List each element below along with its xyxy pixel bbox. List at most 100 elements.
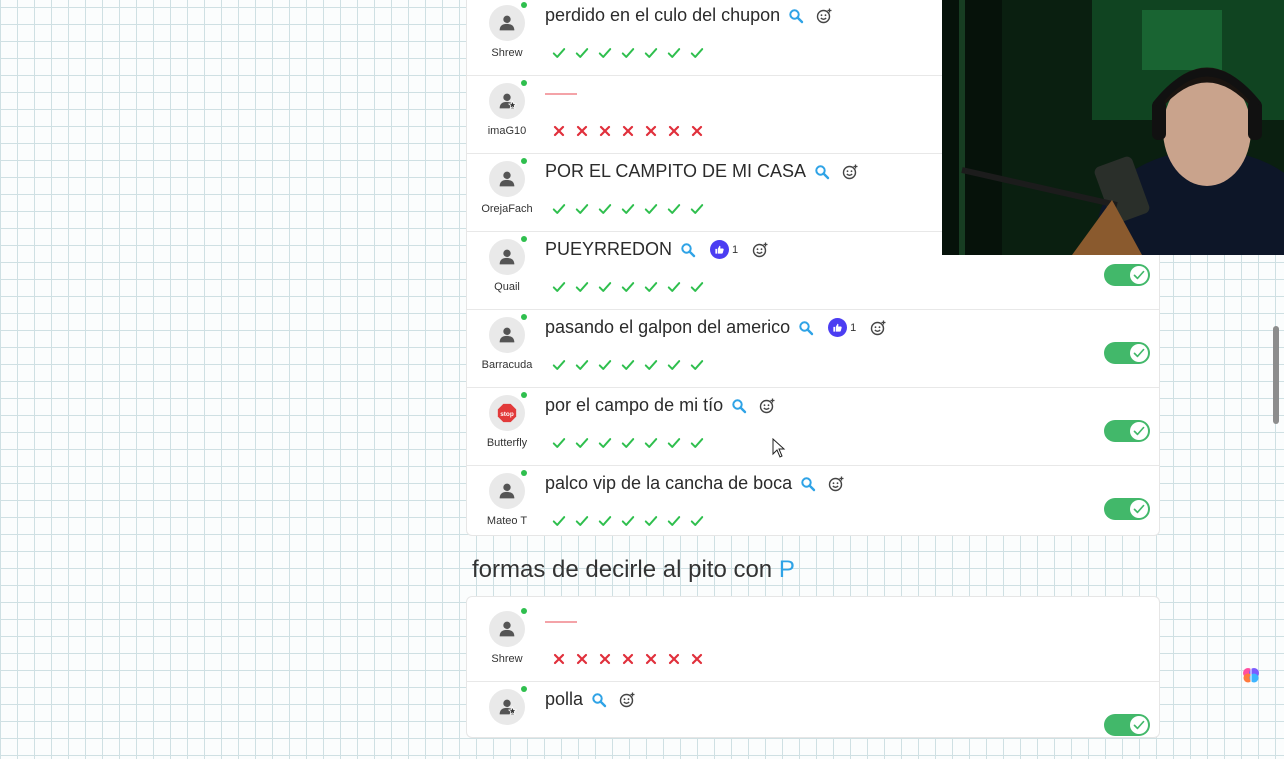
- vote-list: [547, 200, 708, 218]
- check-icon: [662, 200, 685, 218]
- validate-toggle[interactable]: [1104, 498, 1150, 520]
- answer-line: polla: [545, 689, 635, 710]
- answer-text: pasando el galpon del americo: [545, 317, 791, 337]
- search-icon[interactable]: [591, 692, 607, 708]
- validate-toggle[interactable]: [1104, 342, 1150, 364]
- online-status-dot: [521, 686, 527, 692]
- check-icon: [662, 356, 685, 374]
- validate-toggle[interactable]: [1104, 264, 1150, 286]
- check-icon: [593, 356, 616, 374]
- validate-toggle[interactable]: [1104, 420, 1150, 442]
- user-block: Quail: [473, 236, 541, 293]
- add-reaction-icon[interactable]: [619, 692, 635, 708]
- check-icon: [570, 200, 593, 218]
- vote-list: [547, 122, 708, 140]
- check-icon: [685, 356, 708, 374]
- answer-text: perdido en el culo del chupon: [545, 5, 781, 25]
- webcam-overlay: [942, 0, 1284, 255]
- user-block: stop Butterfly: [473, 392, 541, 449]
- person-star-icon: [496, 696, 518, 718]
- search-icon[interactable]: [731, 398, 747, 414]
- add-reaction-icon[interactable]: [752, 242, 768, 258]
- check-icon: [639, 44, 662, 62]
- online-status-dot: [521, 2, 527, 8]
- answer-text: polla: [545, 689, 584, 709]
- person-icon: [496, 324, 518, 346]
- check-icon: [685, 512, 708, 530]
- avatar: stop: [489, 392, 527, 431]
- search-icon[interactable]: [788, 8, 804, 24]
- check-icon: [570, 512, 593, 530]
- cross-icon: [616, 650, 639, 668]
- check-icon: [639, 278, 662, 296]
- check-icon: [570, 278, 593, 296]
- person-icon: [496, 246, 518, 268]
- validate-toggle[interactable]: [1104, 714, 1150, 736]
- answer-text: por el campo de mi tío: [545, 395, 724, 415]
- check-icon: [616, 278, 639, 296]
- svg-text:stop: stop: [500, 411, 514, 418]
- page-scrollbar[interactable]: [1273, 326, 1279, 424]
- add-reaction-icon[interactable]: [828, 476, 844, 492]
- online-status-dot: [521, 80, 527, 86]
- user-block: imaG10: [473, 80, 541, 137]
- search-icon[interactable]: [800, 476, 816, 492]
- cross-icon: [685, 122, 708, 140]
- avatar: [489, 80, 527, 119]
- add-reaction-icon[interactable]: [870, 320, 886, 336]
- brain-icon[interactable]: [1241, 665, 1261, 685]
- check-icon: [593, 512, 616, 530]
- thumbs-up-icon: [828, 318, 848, 337]
- check-icon: [662, 278, 685, 296]
- cross-icon: [570, 650, 593, 668]
- add-reaction-icon[interactable]: [816, 8, 832, 24]
- answer-line: [545, 611, 577, 623]
- cross-icon: [547, 122, 570, 140]
- check-icon: [662, 434, 685, 452]
- toggle-knob-check-icon: [1130, 344, 1148, 362]
- check-icon: [616, 200, 639, 218]
- person-icon: [496, 480, 518, 502]
- search-icon[interactable]: [814, 164, 830, 180]
- vote-list: [547, 512, 708, 530]
- mouse-cursor-icon: [772, 438, 786, 458]
- cross-icon: [685, 650, 708, 668]
- check-icon: [639, 512, 662, 530]
- online-status-dot: [521, 392, 527, 398]
- thumbs-up-icon: [710, 240, 730, 259]
- add-reaction-icon[interactable]: [759, 398, 775, 414]
- like-badge[interactable]: 1: [710, 240, 738, 259]
- user-block: Mateo T: [473, 470, 541, 527]
- answer-row: polla: [467, 681, 1159, 759]
- check-icon: [570, 356, 593, 374]
- cross-icon: [593, 650, 616, 668]
- toggle-knob-check-icon: [1130, 422, 1148, 440]
- avatar: [489, 236, 527, 275]
- toggle-knob-check-icon: [1130, 500, 1148, 518]
- answer-line: POR EL CAMPITO DE MI CASA: [545, 161, 858, 182]
- search-icon[interactable]: [798, 320, 814, 336]
- check-icon: [547, 44, 570, 62]
- like-badge[interactable]: 1: [828, 318, 856, 337]
- username: Mateo T: [486, 515, 528, 527]
- answer-text: palco vip de la cancha de boca: [545, 473, 793, 493]
- check-icon: [547, 512, 570, 530]
- search-icon[interactable]: [680, 242, 696, 258]
- cross-icon: [662, 650, 685, 668]
- check-icon: [616, 356, 639, 374]
- add-reaction-icon[interactable]: [842, 164, 858, 180]
- check-icon: [662, 44, 685, 62]
- username: Shrew: [491, 653, 523, 665]
- category-title-text: formas de decirle al pito con: [472, 556, 773, 583]
- toggle-knob-check-icon: [1130, 266, 1148, 284]
- answer-line: palco vip de la cancha de boca: [545, 473, 844, 494]
- vote-list: [547, 650, 708, 668]
- answers-card-2: Shrew polla: [466, 596, 1160, 738]
- check-icon: [685, 44, 708, 62]
- check-icon: [593, 200, 616, 218]
- username: imaG10: [487, 125, 527, 137]
- online-status-dot: [521, 314, 527, 320]
- person-icon: [496, 618, 518, 640]
- answer-line: PUEYRREDON 1: [545, 239, 768, 260]
- check-icon: [685, 434, 708, 452]
